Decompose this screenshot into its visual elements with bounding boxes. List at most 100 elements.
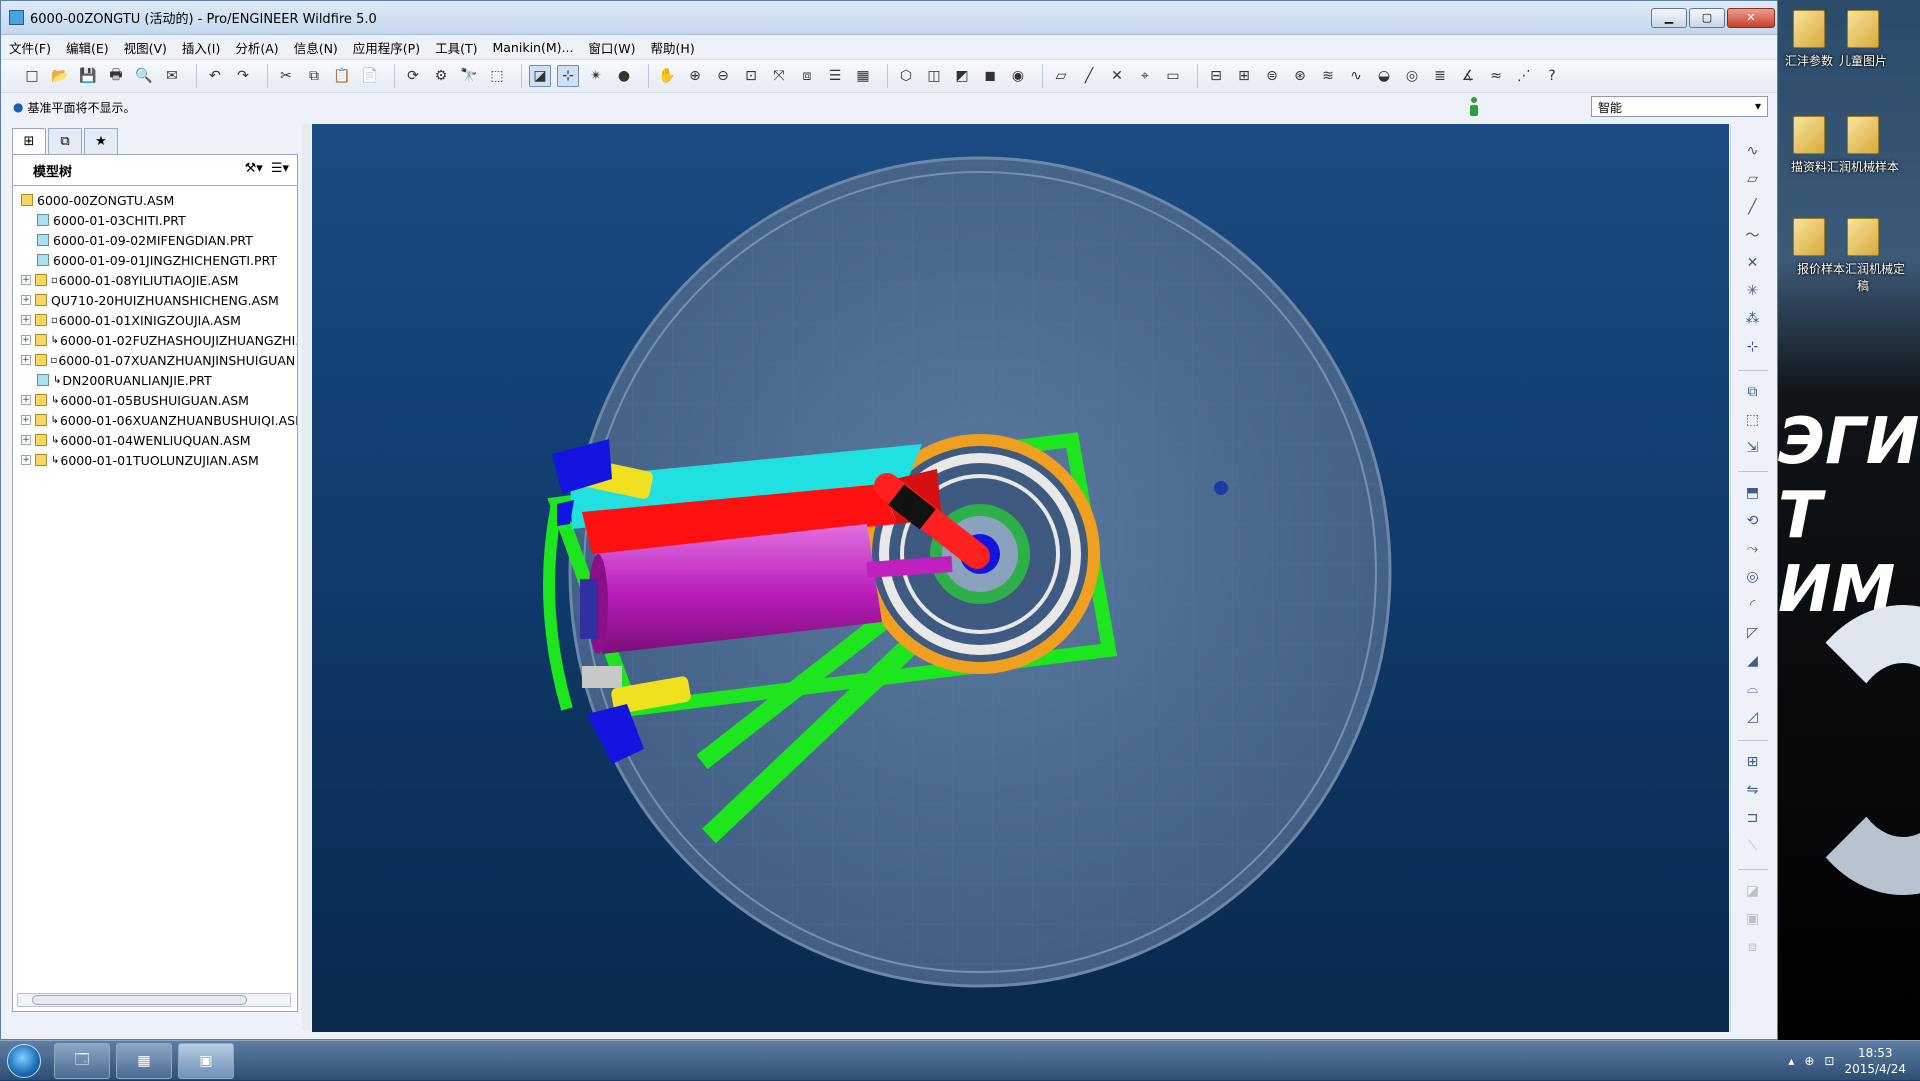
shaded-icon[interactable]: ◼ (979, 65, 1001, 87)
tree-settings-icon[interactable]: ⚒▾ (245, 161, 263, 176)
trim-icon[interactable]: ⟍ (1742, 835, 1764, 857)
desktop-icon-folder[interactable]: 儿童图片 (1818, 10, 1908, 69)
draft-icon[interactable]: ∿ (1345, 65, 1367, 87)
new-icon[interactable]: □ (21, 65, 43, 87)
proe-window-task[interactable]: ▣ (178, 1042, 234, 1079)
tray-expand-icon[interactable]: ▴ (1788, 1054, 1794, 1068)
hole-icon[interactable]: ◎ (1742, 566, 1764, 588)
package-icon[interactable]: ⬚ (1742, 409, 1764, 431)
open-icon[interactable]: 📂 (49, 65, 71, 87)
zoom-out-icon[interactable]: ⊖ (712, 65, 734, 87)
maximize-button[interactable]: ▢ (1689, 7, 1725, 28)
selection-filter-dropdown[interactable]: 智能 ▾ (1591, 96, 1768, 117)
slope-icon[interactable]: ◒ (1373, 65, 1395, 87)
expand-icon[interactable]: + (21, 315, 31, 325)
solidify-icon[interactable]: ▣ (1742, 908, 1764, 930)
expand-icon[interactable]: + (21, 295, 31, 305)
coord-csys-icon[interactable]: ⊹ (1742, 336, 1764, 358)
menu-item[interactable]: Manikin(M)... (492, 40, 573, 55)
draft-feature-icon[interactable]: ◿ (1742, 706, 1764, 728)
annotation-icon[interactable]: ▭ (1162, 65, 1184, 87)
scrollbar-thumb[interactable] (32, 995, 247, 1005)
menu-item[interactable]: 窗口(W) (588, 38, 635, 57)
tree-row[interactable]: 6000-00ZONGTU.ASM (17, 190, 293, 210)
title-bar[interactable]: 6000-00ZONGTU (活动的) - Pro/ENGINEER Wildf… (1, 1, 1777, 35)
rib-icon[interactable]: ◢ (1742, 650, 1764, 672)
enhanced-realism-icon[interactable]: ◉ (1007, 65, 1029, 87)
plane-icon[interactable]: ▱ (1742, 168, 1764, 190)
coord-sys-icon[interactable]: ⌖ (1134, 65, 1156, 87)
tree-row[interactable]: 6000-01-09-02MIFENGDIAN.PRT (17, 230, 293, 250)
component-icon[interactable]: ⧉ (1742, 381, 1764, 403)
tree-row[interactable]: + ↳ 6000-01-05BUSHUIGUAN.ASM (17, 390, 293, 410)
expand-icon[interactable]: + (21, 355, 31, 365)
saved-views-icon[interactable]: ⧈ (796, 65, 818, 87)
tree-row[interactable]: 6000-01-09-01JINGZHICHENGTI.PRT (17, 250, 293, 270)
tree-row[interactable]: + ↳ 6000-01-04WENLIUQUAN.ASM (17, 430, 293, 450)
thicken-icon[interactable]: ◪ (1742, 880, 1764, 902)
print-preview-icon[interactable]: 🔍 (133, 65, 155, 87)
proe-task[interactable]: ▦ (116, 1042, 172, 1079)
tree-row[interactable]: + ▫ 6000-01-07XUANZHUANJINSHUIGUAN (17, 350, 295, 370)
graphics-viewport[interactable] (312, 124, 1729, 1032)
refit-icon[interactable]: ⊡ (740, 65, 762, 87)
explorer-task[interactable]: 🗔 (54, 1042, 110, 1079)
extrude-icon[interactable]: ⬒ (1742, 482, 1764, 504)
axis-icon[interactable]: ╱ (1742, 196, 1764, 218)
find-icon[interactable]: 🔭 (458, 65, 480, 87)
select-box-icon[interactable]: ⬚ (486, 65, 508, 87)
expand-icon[interactable]: + (21, 415, 31, 425)
offset-icon[interactable]: ≣ (1429, 65, 1451, 87)
close-button[interactable]: ✕ (1727, 7, 1775, 28)
horizontal-scrollbar[interactable] (17, 993, 291, 1007)
undo-icon[interactable]: ↶ (204, 65, 226, 87)
shade-analysis-icon[interactable]: ◎ (1401, 65, 1423, 87)
clock[interactable]: 18:53 2015/4/24 (1844, 1045, 1906, 1077)
network-icon[interactable]: ⊕ (1804, 1054, 1814, 1068)
shell-icon[interactable]: ⌓ (1742, 678, 1764, 700)
mirror-icon[interactable]: ⇋ (1742, 779, 1764, 801)
menu-item[interactable]: 视图(V) (124, 38, 167, 57)
menu-item[interactable]: 插入(I) (182, 38, 220, 57)
point-offset-icon[interactable]: ✳ (1742, 280, 1764, 302)
datum-point-icon[interactable]: ✕ (1106, 65, 1128, 87)
paste-special-icon[interactable]: 📄 (359, 65, 381, 87)
datum-axis-display-icon[interactable]: ⊹ (557, 65, 579, 87)
tree-row[interactable]: + ↳ 6000-01-01TUOLUNZUJIAN.ASM (17, 450, 293, 470)
copy-icon[interactable]: ⧉ (303, 65, 325, 87)
round-icon[interactable]: ◜ (1742, 594, 1764, 616)
point-icon[interactable]: ✕ (1742, 252, 1764, 274)
no-hidden-icon[interactable]: ◩ (951, 65, 973, 87)
chamfer-icon[interactable]: ◸ (1742, 622, 1764, 644)
expand-icon[interactable]: + (21, 455, 31, 465)
model-compare-icon[interactable]: ⊛ (1289, 65, 1311, 87)
measure-icon[interactable]: ⊟ (1205, 65, 1227, 87)
pan-icon[interactable]: ✋ (656, 65, 678, 87)
menu-item[interactable]: 应用程序(P) (353, 38, 420, 57)
offset-feature-icon[interactable]: ⧈ (1742, 936, 1764, 958)
menu-item[interactable]: 编辑(E) (66, 38, 109, 57)
favorites-tab[interactable]: ★ (84, 128, 118, 154)
folder-browser-tab[interactable]: ⧉ (48, 128, 82, 154)
point-display-icon[interactable]: ✴ (585, 65, 607, 87)
dihedral-icon[interactable]: ∡ (1457, 65, 1479, 87)
model-tree-tab[interactable]: ⊞ (12, 128, 46, 154)
redo-icon[interactable]: ↷ (232, 65, 254, 87)
point-field-icon[interactable]: ⁂ (1742, 308, 1764, 330)
desktop-icon-folder[interactable]: 汇润机械样本 (1818, 116, 1908, 175)
panel-splitter[interactable] (302, 124, 310, 1030)
print-icon[interactable]: 🖶 (105, 65, 127, 87)
hidden-line-icon[interactable]: ◫ (923, 65, 945, 87)
sweep-icon[interactable]: ⤳ (1742, 538, 1764, 560)
sketch-icon[interactable]: ∿ (1742, 140, 1764, 162)
save-icon[interactable]: 💾 (77, 65, 99, 87)
expand-icon[interactable]: + (21, 395, 31, 405)
email-icon[interactable]: ✉ (161, 65, 183, 87)
menu-item[interactable]: 分析(A) (235, 38, 278, 57)
whats-this-icon[interactable]: ? (1541, 65, 1563, 87)
deviation-icon[interactable]: ≈ (1485, 65, 1507, 87)
tree-row[interactable]: + ↳ 6000-01-02FUZHASHOUJIZHUANGZHI. (17, 330, 297, 350)
shading-icon[interactable]: ● (613, 65, 635, 87)
view-manager-icon[interactable]: ▦ (852, 65, 874, 87)
menu-item[interactable]: 信息(N) (294, 38, 338, 57)
